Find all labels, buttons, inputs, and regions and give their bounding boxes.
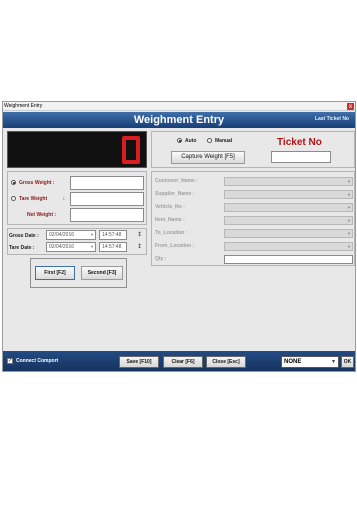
capture-weight-button[interactable]: Capture Weight [F5] xyxy=(171,151,245,164)
vehicle-label: Vehicle_No : xyxy=(155,204,185,210)
gross-time-spin-icon[interactable]: ↕ xyxy=(137,231,142,238)
qty-label: Qty : xyxy=(155,256,167,262)
auto-radio[interactable] xyxy=(177,138,182,143)
chevron-down-icon[interactable]: ▼ xyxy=(347,217,351,224)
first-button[interactable]: First [F2] xyxy=(35,266,75,280)
to-location-label: To_Location : xyxy=(155,230,188,236)
window-title: Weighment Entry xyxy=(4,103,43,109)
close-icon[interactable]: x xyxy=(347,103,354,110)
gross-time-value: 14:57:48 xyxy=(102,232,122,238)
chevron-down-icon[interactable]: ▼ xyxy=(347,204,351,211)
tare-time-field[interactable]: 14:57:48 xyxy=(99,242,127,252)
page-title: Weighment Entry xyxy=(133,114,225,126)
tare-weight-field[interactable] xyxy=(70,192,144,206)
tare-date-picker[interactable]: 02/04/2016 ▼ xyxy=(46,242,96,252)
close-button[interactable]: Close [Esc] xyxy=(206,356,246,368)
connect-comport-label: Connect Comport xyxy=(16,358,59,364)
footer-bar: ✓ Connect Comport Save [F10] Clear [F6] … xyxy=(3,351,355,371)
weighment-entry-window: Weighment Entry x Weighment Entry Last T… xyxy=(2,101,356,372)
auto-label: Auto xyxy=(185,138,197,144)
tare-radio[interactable] xyxy=(11,196,16,201)
to-location-dropdown[interactable]: ▼ xyxy=(224,229,353,238)
weight-display: 0 xyxy=(7,131,147,168)
calendar-dropdown-icon[interactable]: ▼ xyxy=(90,243,94,250)
comport-select[interactable]: NONE ▼ xyxy=(281,356,339,368)
chevron-down-icon[interactable]: ▼ xyxy=(347,178,351,185)
supplier-label: Supplier_Name : xyxy=(155,191,195,197)
manual-label: Manual xyxy=(215,138,233,144)
save-button[interactable]: Save [F10] xyxy=(119,356,159,368)
last-ticket-link[interactable]: Last Ticket No xyxy=(315,116,349,122)
chevron-down-icon[interactable]: ▼ xyxy=(331,357,336,367)
tare-time-spin-icon[interactable]: ↕ xyxy=(137,243,142,250)
window-titlebar: Weighment Entry x xyxy=(3,102,355,111)
calendar-dropdown-icon[interactable]: ▼ xyxy=(90,231,94,238)
chevron-down-icon[interactable]: ▼ xyxy=(347,191,351,198)
gross-date-picker[interactable]: 02/04/2016 ▼ xyxy=(46,230,96,240)
gross-weight-label: Gross Weight : xyxy=(19,180,55,186)
item-label: Item_Name : xyxy=(155,217,185,223)
gross-time-field[interactable]: 14:57:48 xyxy=(99,230,127,240)
tare-date-label: Tare Date : xyxy=(9,245,35,251)
ok-button[interactable]: OK xyxy=(341,356,354,368)
customer-dropdown[interactable]: ▼ xyxy=(224,177,353,186)
clear-button[interactable]: Clear [F6] xyxy=(163,356,203,368)
vehicle-dropdown[interactable]: ▼ xyxy=(224,203,353,212)
qty-field[interactable] xyxy=(224,255,353,264)
net-weight-field[interactable] xyxy=(70,208,144,222)
second-button[interactable]: Second [F3] xyxy=(81,266,123,280)
item-dropdown[interactable]: ▼ xyxy=(224,216,353,225)
header-bar: Weighment Entry Last Ticket No xyxy=(3,112,355,128)
gross-date-label: Gross Date : xyxy=(9,233,39,239)
from-location-label: From_Location : xyxy=(155,243,195,249)
gross-date-value: 02/04/2016 xyxy=(49,232,75,238)
comport-select-value: NONE xyxy=(284,359,302,365)
manual-radio[interactable] xyxy=(207,138,212,143)
ticket-no-field[interactable] xyxy=(271,151,331,163)
net-weight-label: Net Weight : xyxy=(27,212,57,218)
connect-comport-checkbox[interactable]: ✓ xyxy=(7,358,13,364)
chevron-down-icon[interactable]: ▼ xyxy=(347,243,351,250)
tare-date-value: 02/04/2016 xyxy=(49,244,75,250)
ticket-no-label: Ticket No xyxy=(277,137,322,148)
gross-radio[interactable] xyxy=(11,180,16,185)
supplier-dropdown[interactable]: ▼ xyxy=(224,190,353,199)
gross-weight-field[interactable] xyxy=(70,176,144,190)
tare-weight-colon: : xyxy=(63,196,65,202)
from-location-dropdown[interactable]: ▼ xyxy=(224,242,353,251)
weight-display-digit xyxy=(122,136,140,164)
tare-time-value: 14:57:48 xyxy=(102,244,122,250)
chevron-down-icon[interactable]: ▼ xyxy=(347,230,351,237)
customer-label: Customer_Name : xyxy=(155,178,198,184)
tare-weight-label: Tare Weight xyxy=(19,196,48,202)
